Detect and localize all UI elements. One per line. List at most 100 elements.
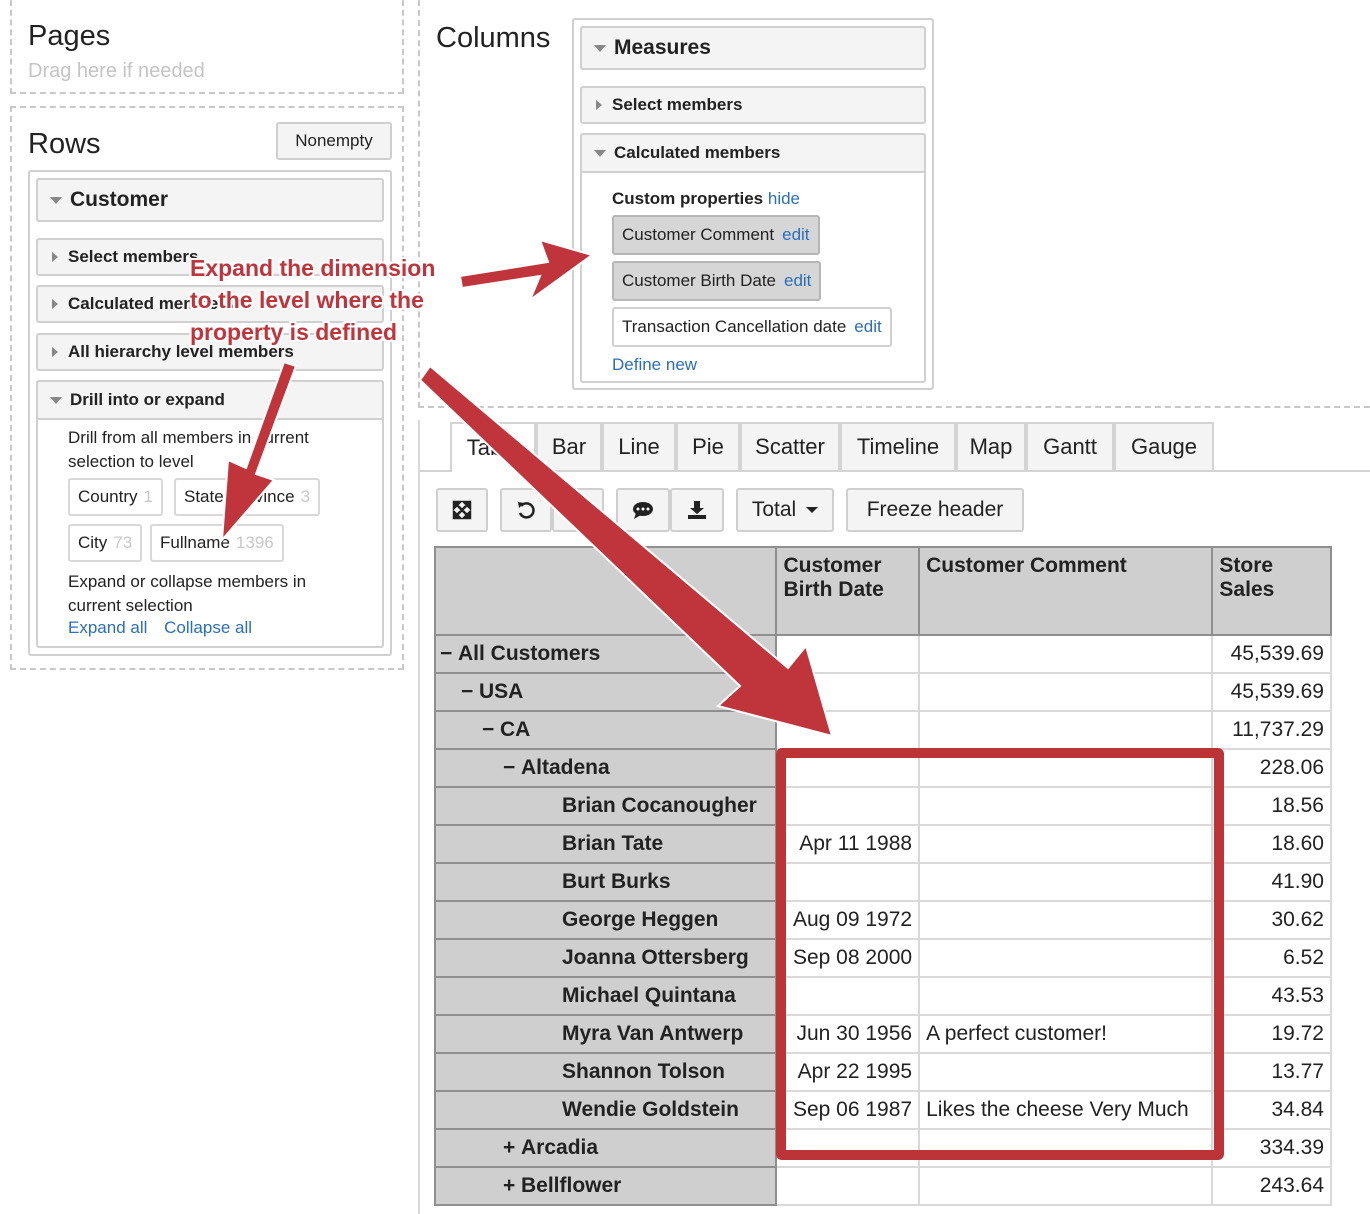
row-label: Brian Cocanougher [562,794,757,817]
tab-gauge[interactable]: Gauge [1114,422,1214,470]
expand-triangle-icon [52,347,58,357]
comment-button[interactable] [616,488,670,532]
edit-link[interactable]: edit [854,317,881,337]
level-chip-country[interactable]: Country 1 [68,478,163,516]
level-chip-state-province[interactable]: State Province 3 [174,478,321,516]
row-label: Michael Quintana [562,984,736,1007]
define-new-link[interactable]: Define new [612,355,697,375]
collapse-all-link[interactable]: Collapse all [164,618,252,637]
store-sales-cell: 334.39 [1211,1128,1332,1168]
row-header-cell[interactable]: George Heggen [433,900,778,940]
store-sales-cell: 34.84 [1211,1090,1332,1130]
row-header-cell[interactable]: Brian Tate [433,824,778,864]
row-header-cell[interactable]: + Arcadia [433,1128,778,1168]
store-sales-cell: 45,539.69 [1211,634,1332,674]
row-header-cell[interactable]: − All Customers [433,634,778,674]
hide-properties-link[interactable]: hide [768,189,800,208]
column-header-comment[interactable]: Customer Comment [918,546,1214,636]
row-label: All Customers [458,642,601,665]
store-sales-cell: 30.62 [1211,900,1332,940]
tab-map[interactable]: Map [956,422,1026,470]
tab-timeline[interactable]: Timeline [840,422,956,470]
level-chip-city[interactable]: City 73 [68,524,143,562]
edit-link[interactable]: edit [784,271,811,291]
customer-dimension-panel: Customer Select members Calculated membe… [28,170,392,656]
row-header-cell[interactable]: − Altadena [433,748,778,788]
expand-icon[interactable]: + [503,1136,521,1160]
expand-all-link[interactable]: Expand all [68,618,147,637]
columns-title: Columns [436,22,551,54]
row-header-cell[interactable]: Brian Cocanougher [433,786,778,826]
drill-description: Drill from all members in current select… [68,428,309,471]
collapse-triangle-icon [50,196,62,204]
expand-description: Expand or collapse members in current se… [68,572,307,615]
row-header-cell[interactable]: Wendie Goldstein [433,1090,778,1130]
row-header-cell[interactable]: + Bellflower [433,1166,778,1206]
pages-dropzone[interactable]: Pages Drag here if needed [10,0,404,94]
store-sales-cell: 18.56 [1211,786,1332,826]
store-sales-cell: 228.06 [1211,748,1332,788]
annotation-line: property is defined [190,319,398,345]
collapse-icon[interactable]: − [461,680,479,704]
row-label: Arcadia [521,1136,599,1159]
property-customer-birth-date[interactable]: Customer Birth Date edit [612,261,822,301]
property-customer-comment[interactable]: Customer Comment edit [612,215,820,255]
store-sales-cell: 19.72 [1211,1014,1332,1054]
columns-calculated-header[interactable]: Calculated members [580,133,926,173]
table-row: − USA 45,539.69 [433,672,1332,712]
row-label: Altadena [521,756,610,779]
property-transaction-cancellation-date[interactable]: Transaction Cancellation date edit [612,307,892,347]
store-sales-cell: 11,737.29 [1211,710,1332,750]
tab-bar[interactable]: Bar [536,422,602,470]
column-header-birth-date[interactable]: Customer Birth Date [775,546,921,636]
row-label: Wendie Goldstein [562,1098,739,1121]
row-label: Burt Burks [562,870,671,893]
columns-dropzone[interactable]: Columns Measures Select members Calculat… [418,0,1370,408]
comment-icon [633,502,653,519]
row-label: Bellflower [521,1174,622,1197]
birth-date-cell [775,1166,921,1206]
redo-icon [569,502,586,519]
customer-dimension-header[interactable]: Customer [36,178,384,222]
measures-dimension-header[interactable]: Measures [580,26,926,70]
row-label: CA [500,718,531,741]
row-header-cell[interactable]: Myra Van Antwerp [433,1014,778,1054]
column-header-store-sales[interactable]: Store Sales [1211,546,1332,636]
row-header-cell[interactable]: − CA [433,710,778,750]
birth-date-cell [775,634,921,674]
row-header-cell[interactable]: Michael Quintana [433,976,778,1016]
measures-dimension-panel: Measures Select members Calculated membe… [572,18,934,390]
columns-select-members[interactable]: Select members [580,86,926,124]
redo-button[interactable] [552,488,604,532]
tab-table[interactable]: Table [450,422,536,472]
level-chip-fullname[interactable]: Fullname 1396 [150,524,284,562]
expand-links: Expand all Collapse all [68,618,252,638]
tab-gantt[interactable]: Gantt [1026,422,1114,470]
freeze-header-button[interactable]: Freeze header [846,488,1024,532]
store-sales-cell: 41.90 [1211,862,1332,902]
rows-title: Rows [28,128,101,160]
collapse-icon[interactable]: − [503,756,521,780]
columns-select-members-label: Select members [612,95,743,114]
download-button[interactable] [670,488,724,532]
row-header-cell[interactable]: − USA [433,672,778,712]
undo-button[interactable] [500,488,552,532]
fullscreen-button[interactable] [436,488,488,532]
collapse-icon[interactable]: − [440,642,458,666]
drill-header[interactable]: Drill into or expand [36,380,384,420]
tab-scatter[interactable]: Scatter [740,422,840,470]
tab-line[interactable]: Line [602,422,676,470]
total-dropdown[interactable]: Total [736,488,834,532]
nonempty-button[interactable]: Nonempty [276,122,392,160]
row-header-cell[interactable]: Joanna Ottersberg [433,938,778,978]
highlight-box [776,748,1224,1160]
rows-dropzone[interactable]: Rows Nonempty Customer Select members Ca… [10,106,404,670]
store-sales-cell: 6.52 [1211,938,1332,978]
collapse-icon[interactable]: − [482,718,500,742]
tab-pie[interactable]: Pie [676,422,740,470]
edit-link[interactable]: edit [782,225,809,245]
row-header-cell[interactable]: Shannon Tolson [433,1052,778,1092]
store-sales-cell: 243.64 [1211,1166,1332,1206]
row-header-cell[interactable]: Burt Burks [433,862,778,902]
expand-icon[interactable]: + [503,1174,521,1198]
